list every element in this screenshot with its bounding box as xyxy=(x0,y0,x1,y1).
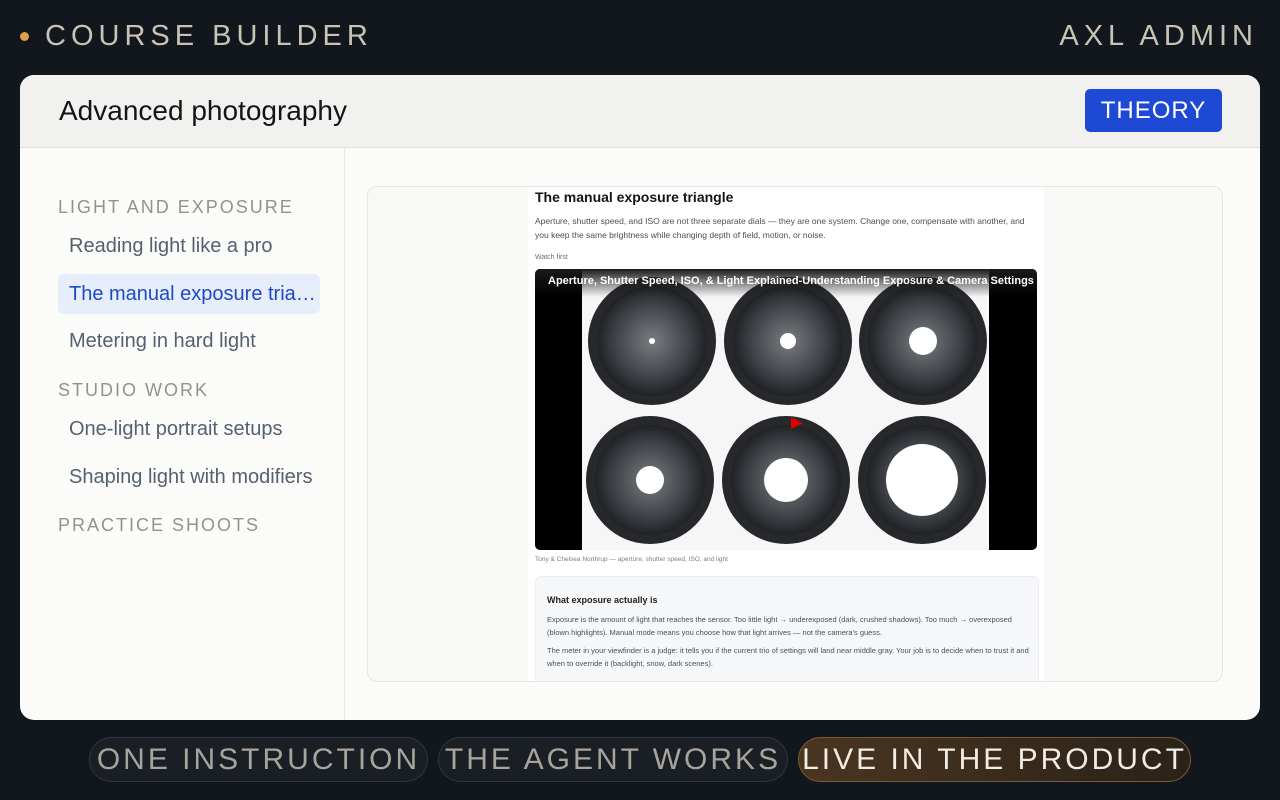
sidebar-item-metering-hard-light[interactable]: Metering in hard light xyxy=(58,321,320,361)
video-title: Aperture, Shutter Speed, ISO, & Light Ex… xyxy=(535,269,1037,297)
course-title: Advanced photography xyxy=(59,95,347,126)
brand-label: COURSE BUILDER xyxy=(45,20,373,52)
info-paragraph-1: Exposure is the amount of light that rea… xyxy=(547,615,1012,637)
section-title-light-and-exposure: LIGHT AND EXPOSURE xyxy=(58,197,294,217)
lesson-intro: Aperture, shutter speed, and ISO are not… xyxy=(535,216,1025,240)
sidebar-item-manual-exposure-triangle[interactable]: The manual exposure triangle xyxy=(58,274,320,314)
lesson-preview: The manual exposure triangle Aperture, s… xyxy=(367,186,1223,682)
video-caption: Tony & Chelsea Northrup — aperture, shut… xyxy=(535,556,728,563)
status-dot-icon xyxy=(20,32,29,41)
lesson-title: The manual exposure triangle xyxy=(535,189,734,205)
course-card: Advanced photography THEORY LIGHT AND EX… xyxy=(20,75,1260,720)
theory-mode-button[interactable]: THEORY xyxy=(1085,89,1222,132)
step-live-in-product: LIVE IN THE PRODUCT xyxy=(798,737,1191,782)
sidebar-item-reading-light[interactable]: Reading light like a pro xyxy=(58,226,320,266)
section-title-studio-work: STUDIO WORK xyxy=(58,380,209,400)
sidebar-item-shaping-light[interactable]: Shaping light with modifiers xyxy=(58,457,320,497)
lesson-document: The manual exposure triangle Aperture, s… xyxy=(528,187,1044,681)
video-thumbnail xyxy=(582,269,989,550)
play-icon[interactable] xyxy=(790,416,804,430)
watch-first-label: Watch first xyxy=(535,254,568,261)
section-title-practice-shoots: PRACTICE SHOOTS xyxy=(58,515,261,535)
lesson-sidebar: LIGHT AND EXPOSURE Reading light like a … xyxy=(58,147,345,720)
process-steps: ONE INSTRUCTION THE AGENT WORKS LIVE IN … xyxy=(0,737,1280,782)
brand: COURSE BUILDER xyxy=(20,20,373,53)
sidebar-item-one-light-portrait[interactable]: One-light portrait setups xyxy=(58,409,320,449)
admin-label[interactable]: AXL ADMIN xyxy=(1059,20,1258,53)
step-agent-works: THE AGENT WORKS xyxy=(438,737,788,782)
course-header: Advanced photography THEORY xyxy=(20,75,1260,148)
video-player[interactable]: Aperture, Shutter Speed, ISO, & Light Ex… xyxy=(535,269,1037,550)
exposure-info-box: What exposure actually is Exposure is th… xyxy=(535,576,1039,681)
step-one-instruction: ONE INSTRUCTION xyxy=(89,737,428,782)
top-bar: COURSE BUILDER AXL ADMIN xyxy=(0,0,1280,75)
info-title: What exposure actually is xyxy=(547,595,658,605)
info-paragraph-2: The meter in your viewfinder is a judge:… xyxy=(547,646,1029,668)
aperture-blades-image xyxy=(586,277,987,544)
